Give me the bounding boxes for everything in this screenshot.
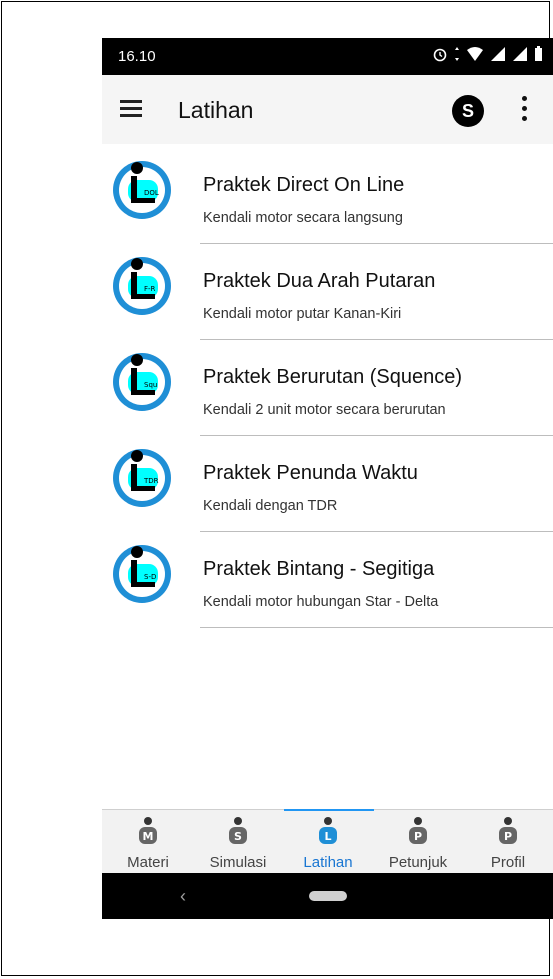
tab-label: Petunjuk xyxy=(388,854,448,871)
data-arrows-icon xyxy=(455,47,459,61)
logo-badge: TDR xyxy=(143,477,159,485)
divider xyxy=(200,627,553,628)
svg-text:M: M xyxy=(143,830,154,843)
tab-simulasi[interactable]: S Simulasi xyxy=(193,810,283,874)
wifi-icon xyxy=(467,47,483,61)
system-nav-bar: ‹ xyxy=(102,873,553,919)
signal-icon-2 xyxy=(513,47,527,61)
practice-logo-icon: F-R xyxy=(113,257,171,315)
svg-text:S: S xyxy=(234,830,242,843)
tab-latihan[interactable]: L Latihan xyxy=(283,810,373,874)
logo-badge: S-D xyxy=(144,573,156,581)
tab-label: Latihan xyxy=(303,854,353,871)
hamburger-menu-icon[interactable] xyxy=(120,100,142,118)
logo-badge: F-R xyxy=(144,285,156,293)
more-vert-icon[interactable] xyxy=(521,96,527,124)
item-subtitle: Kendali 2 unit motor secara berurutan xyxy=(203,402,446,418)
battery-icon xyxy=(535,46,542,61)
svg-text:P: P xyxy=(414,830,422,843)
simulasi-icon: S xyxy=(229,817,247,844)
practice-logo-icon: DOL xyxy=(113,161,171,219)
practice-logo-icon: S-D xyxy=(113,545,171,603)
item-title: Praktek Penunda Waktu xyxy=(203,462,418,484)
page-title: Latihan xyxy=(178,97,254,123)
tab-label: Materi xyxy=(127,854,169,871)
practice-logo-icon: Squ xyxy=(113,353,171,411)
item-title: Praktek Berurutan (Squence) xyxy=(203,366,463,388)
practice-logo-icon: TDR xyxy=(113,449,171,507)
latihan-icon: L xyxy=(319,817,337,844)
list-item[interactable]: F-R Praktek Dua Arah Putaran Kendali mot… xyxy=(102,244,553,340)
item-title: Praktek Bintang - Segitiga xyxy=(203,558,435,580)
item-subtitle: Kendali motor secara langsung xyxy=(203,210,403,226)
tab-petunjuk[interactable]: P Petunjuk xyxy=(373,810,463,874)
svg-text:P: P xyxy=(504,830,512,843)
item-subtitle: Kendali motor putar Kanan-Kiri xyxy=(203,306,402,322)
tab-profil[interactable]: P Profil xyxy=(463,810,553,874)
practice-list: DOL Praktek Direct On Line Kendali motor… xyxy=(102,148,553,628)
signal-icon xyxy=(491,47,505,61)
tab-label: Profil xyxy=(490,854,526,871)
petunjuk-icon: P xyxy=(409,817,427,844)
alarm-icon xyxy=(433,48,447,62)
tab-label: Simulasi xyxy=(209,854,267,871)
logo-badge: DOL xyxy=(144,189,159,197)
status-time: 16.10 xyxy=(118,48,156,65)
tab-materi[interactable]: M Materi xyxy=(103,810,193,874)
bottom-navigation: M Materi S Simulasi L Latihan P Petunjuk… xyxy=(102,809,553,874)
materi-icon: M xyxy=(139,817,157,844)
logo-badge: Squ xyxy=(144,381,157,389)
item-subtitle: Kendali dengan TDR xyxy=(203,498,338,514)
list-item[interactable]: Squ Praktek Berurutan (Squence) Kendali … xyxy=(102,340,553,436)
list-item[interactable]: S-D Praktek Bintang - Segitiga Kendali m… xyxy=(102,532,553,628)
phone-screen: 16.10 Latihan S DOL Praktek Direct On Li… xyxy=(102,38,553,919)
item-title: Praktek Direct On Line xyxy=(203,174,405,196)
profil-icon: P xyxy=(499,817,517,844)
back-chevron-icon[interactable]: ‹ xyxy=(180,886,186,907)
status-bar: 16.10 xyxy=(102,38,553,75)
home-pill-icon[interactable] xyxy=(309,891,347,901)
svg-text:L: L xyxy=(324,830,331,843)
avatar[interactable]: S xyxy=(452,95,484,127)
status-icons xyxy=(432,46,543,62)
item-title: Praktek Dua Arah Putaran xyxy=(203,270,436,292)
list-item[interactable]: TDR Praktek Penunda Waktu Kendali dengan… xyxy=(102,436,553,532)
app-bar: Latihan S xyxy=(102,75,553,144)
list-item[interactable]: DOL Praktek Direct On Line Kendali motor… xyxy=(102,148,553,244)
item-subtitle: Kendali motor hubungan Star - Delta xyxy=(203,594,439,610)
